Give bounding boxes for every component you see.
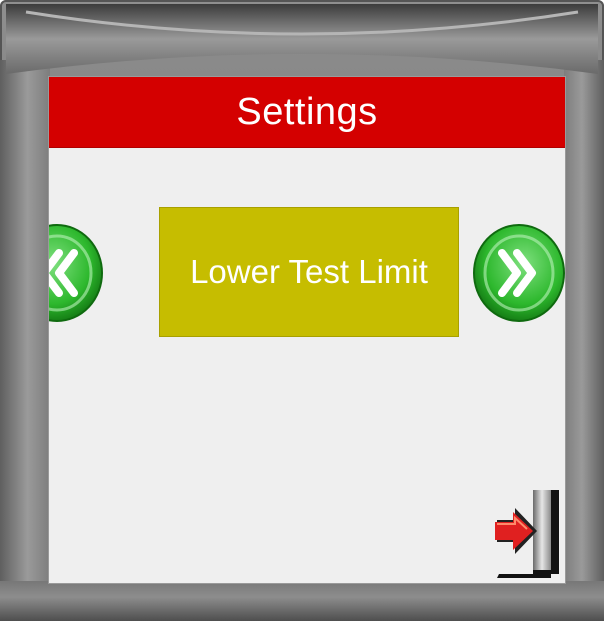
next-button[interactable]	[469, 223, 565, 323]
bezel-left	[0, 60, 50, 600]
parameter-label: Lower Test Limit	[190, 253, 428, 290]
double-chevron-right-icon	[473, 224, 565, 322]
parameter-selector[interactable]: Lower Test Limit	[159, 207, 459, 337]
bezel-bottom	[0, 581, 604, 621]
previous-button[interactable]	[49, 223, 107, 323]
title-bar: Settings	[49, 77, 565, 148]
device-frame: Settings Lower Test Limit	[0, 0, 604, 621]
exit-button[interactable]	[493, 488, 563, 580]
bezel-right	[564, 60, 604, 600]
bezel-top	[6, 4, 598, 74]
display-screen: Settings Lower Test Limit	[48, 76, 566, 584]
double-chevron-left-icon	[49, 224, 103, 322]
exit-door-icon	[495, 490, 559, 578]
page-title: Settings	[236, 91, 378, 133]
